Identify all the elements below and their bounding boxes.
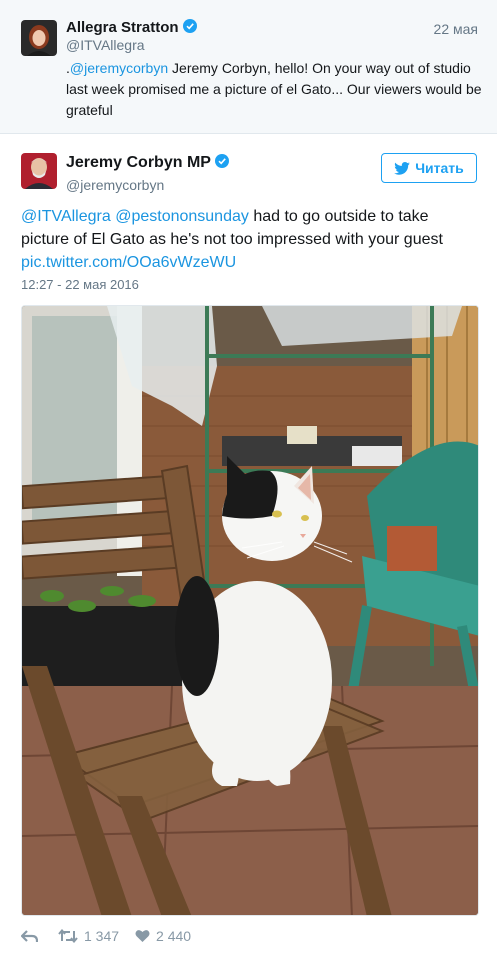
author-handle[interactable]: @jeremycorbyn [66, 177, 164, 193]
cat-photo-illustration [22, 306, 478, 915]
corbyn-avatar[interactable] [21, 153, 57, 189]
tweet-photo[interactable] [21, 305, 479, 916]
tweet-actions: 1 347 2 440 [21, 925, 191, 947]
parent-tweet-text: .@jeremycorbyn Jeremy Corbyn, hello! On … [66, 58, 486, 121]
author-name[interactable]: Jeremy Corbyn MP [66, 154, 229, 172]
parent-author-handle[interactable]: @ITVAllegra [66, 37, 145, 53]
mention-jeremycorbyn[interactable]: @jeremycorbyn [70, 60, 168, 76]
reply-icon [21, 929, 38, 942]
parent-author-name[interactable]: Allegra Stratton [66, 19, 197, 36]
twitter-bird-icon [394, 161, 411, 175]
tweet-text: @ITVAllegra @pestononsunday had to go ou… [21, 205, 481, 274]
verified-badge-icon [182, 19, 197, 33]
parent-tweet: Allegra Stratton @ITVAllegra 22 мая .@je… [0, 0, 497, 134]
verified-badge-icon [214, 154, 229, 168]
heart-icon [135, 930, 150, 942]
reply-button[interactable] [21, 929, 38, 943]
retweet-icon [58, 929, 78, 943]
like-button[interactable]: 2 440 [135, 928, 191, 944]
photo-link[interactable]: pic.twitter.com/OOa6vWzeWU [21, 254, 236, 271]
retweet-button[interactable]: 1 347 [58, 928, 119, 944]
mention-itvallegra[interactable]: @ITVAllegra [21, 208, 111, 225]
tweet-timestamp[interactable]: 12:27 - 22 мая 2016 [21, 277, 139, 292]
parent-date[interactable]: 22 мая [434, 21, 478, 37]
follow-label: Читать [415, 160, 464, 176]
retweet-count: 1 347 [84, 928, 120, 944]
mention-pestononsunday[interactable]: @pestononsunday [115, 208, 249, 225]
like-count: 2 440 [156, 928, 192, 944]
follow-button[interactable]: Читать [381, 153, 477, 183]
allegra-avatar[interactable] [21, 20, 57, 56]
